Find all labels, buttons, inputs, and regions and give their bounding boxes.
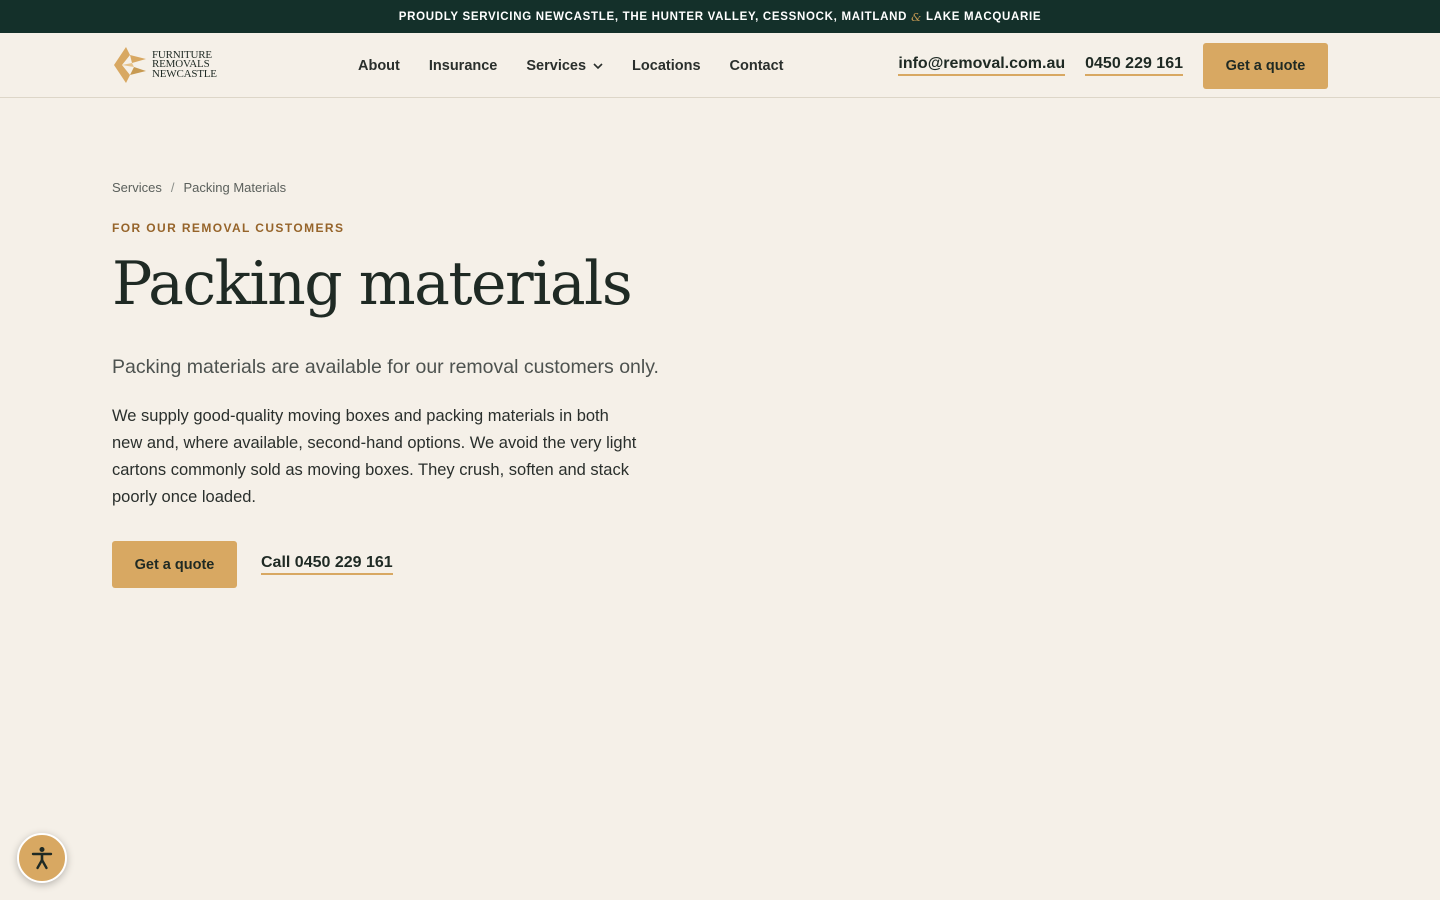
- chevron-down-icon: [593, 58, 603, 74]
- get-quote-button[interactable]: Get a quote: [112, 541, 237, 588]
- nav-item-locations[interactable]: Locations: [632, 58, 700, 74]
- hero-actions: Get a quote Call 0450 229 161: [112, 541, 812, 588]
- announcement-text: PROUDLY SERVICING NEWCASTLE, THE HUNTER …: [398, 10, 908, 23]
- breadcrumb-current: Packing Materials: [183, 180, 287, 195]
- breadcrumb: Services / Packing Materials: [112, 180, 812, 195]
- nav-item-services-label: Services: [526, 57, 587, 74]
- header-email-link[interactable]: info@removal.com.au: [898, 55, 1066, 76]
- nav-item-about-label: About: [358, 57, 400, 74]
- announcement-bar: PROUDLY SERVICING NEWCASTLE, THE HUNTER …: [0, 0, 1440, 33]
- nav-item-insurance[interactable]: Insurance: [429, 58, 498, 74]
- nav-item-services[interactable]: Services: [526, 58, 603, 74]
- main-nav: About Insurance Services Locations Conta…: [358, 33, 813, 98]
- breadcrumb-separator: /: [170, 180, 175, 195]
- nav-item-locations-label: Locations: [632, 57, 701, 74]
- header-quote-button[interactable]: Get a quote: [1203, 42, 1328, 89]
- header-contact: info@removal.com.au 0450 229 161 Get a q…: [898, 33, 1328, 98]
- call-phone-link[interactable]: Call 0450 229 161: [261, 554, 393, 575]
- site-logo[interactable]: FURNITURE REMOVALS NEWCASTLE: [112, 44, 222, 86]
- site-header: FURNITURE REMOVALS NEWCASTLE About Insur…: [0, 33, 1440, 98]
- nav-item-insurance-label: Insurance: [428, 57, 498, 74]
- accessibility-icon: [31, 847, 53, 870]
- nav-item-contact-label: Contact: [729, 57, 784, 74]
- logo-line-3: NEWCASTLE: [152, 67, 217, 80]
- nav-item-contact[interactable]: Contact: [730, 58, 784, 74]
- announcement-ampersand: &: [911, 9, 923, 24]
- hero-lead: Packing materials are available for our …: [112, 356, 659, 378]
- nav-item-about[interactable]: About: [358, 58, 400, 74]
- hero-body: We supply good-quality moving boxes and …: [112, 407, 637, 506]
- logo-mark: [114, 47, 146, 83]
- hero-section: Services / Packing Materials FOR OUR REM…: [112, 180, 812, 588]
- hero-eyebrow: FOR OUR REMOVAL CUSTOMERS: [112, 221, 345, 235]
- page-title: Packing materials: [112, 249, 633, 319]
- accessibility-button[interactable]: [17, 833, 67, 883]
- breadcrumb-services[interactable]: Services: [112, 180, 162, 195]
- header-phone-link[interactable]: 0450 229 161: [1085, 55, 1183, 76]
- logo-wordmark: FURNITURE REMOVALS NEWCASTLE: [152, 50, 217, 80]
- announcement-text-end: LAKE MACQUARIE: [926, 10, 1042, 23]
